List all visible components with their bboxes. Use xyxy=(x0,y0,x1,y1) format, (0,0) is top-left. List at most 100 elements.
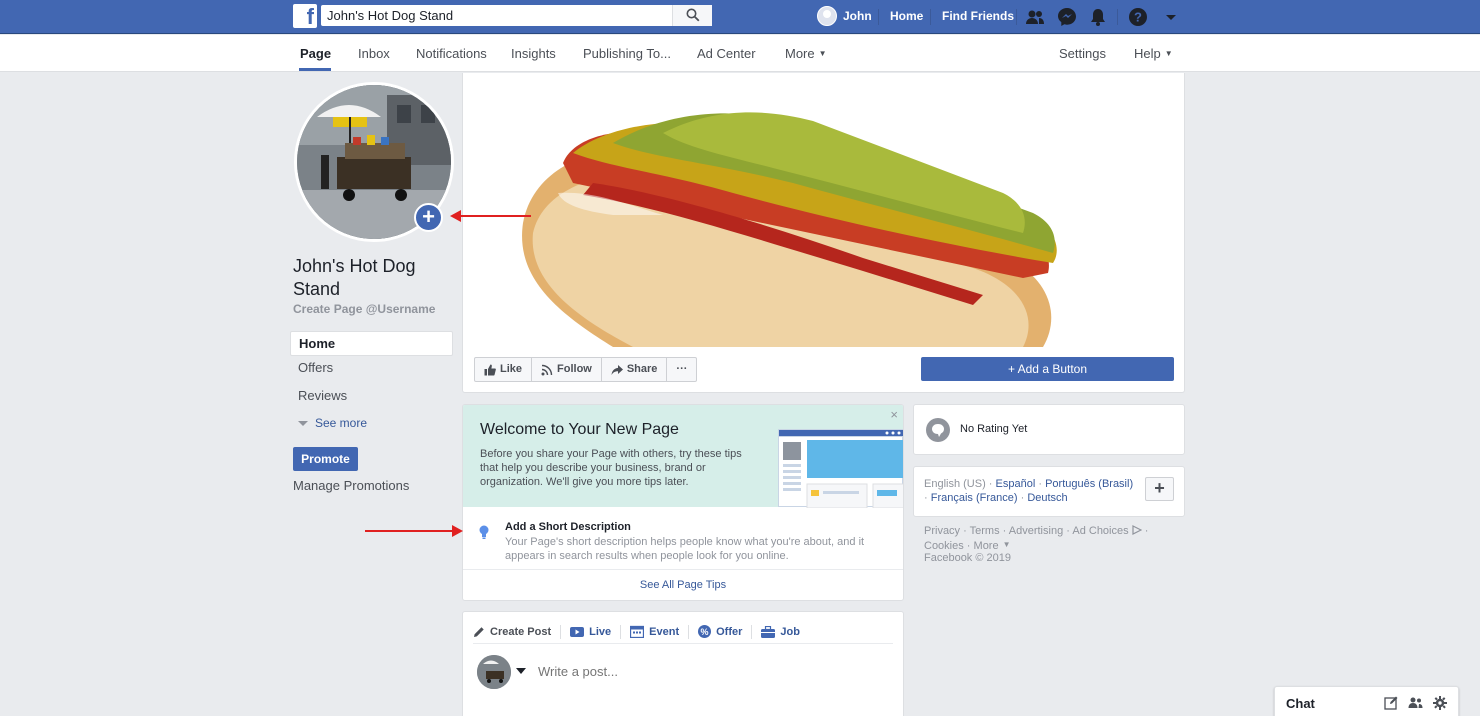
add-a-button[interactable]: + Add a Button xyxy=(921,357,1174,381)
settings-link[interactable]: Settings xyxy=(1059,46,1106,61)
gear-icon[interactable] xyxy=(1433,696,1447,710)
tab-ad-center[interactable]: Ad Center xyxy=(697,46,756,61)
lightbulb-icon xyxy=(479,525,489,539)
language-option-deutsch[interactable]: Deutsch xyxy=(1027,492,1067,504)
percent-tag-icon: % xyxy=(698,625,712,638)
no-rating-text: No Rating Yet xyxy=(960,423,1028,435)
like-button[interactable]: Like xyxy=(475,358,533,381)
new-message-icon[interactable] xyxy=(1384,696,1398,710)
promote-button[interactable]: Promote xyxy=(293,447,358,471)
language-option-espanol[interactable]: Español xyxy=(996,478,1036,490)
left-navigation: Home Offers Reviews xyxy=(290,331,453,412)
search-button[interactable] xyxy=(672,5,712,26)
sidebar-item-reviews[interactable]: Reviews xyxy=(290,384,453,412)
like-label: Like xyxy=(500,363,523,375)
annotation-arrow-profile-plus xyxy=(450,210,531,222)
svg-text:?: ? xyxy=(1134,10,1142,25)
manage-promotions-link[interactable]: Manage Promotions xyxy=(293,478,409,493)
search-box xyxy=(321,5,712,26)
top-navigation-bar: f John Home Find Friends ? xyxy=(0,0,1480,34)
svg-text:%: % xyxy=(701,627,709,637)
notifications-bell-icon[interactable] xyxy=(1087,6,1109,28)
tab-publishing-tools[interactable]: Publishing To... xyxy=(583,46,671,61)
triangle-down-icon xyxy=(298,421,308,426)
messenger-icon[interactable] xyxy=(1056,6,1078,28)
create-post-tab[interactable]: Create Post xyxy=(473,624,562,639)
sidebar-item-offers[interactable]: Offers xyxy=(290,356,453,384)
tip-title: Add a Short Description xyxy=(505,521,631,533)
tip-description: Your Page's short description helps peop… xyxy=(505,536,865,562)
welcome-text: Before you share your Page with others, … xyxy=(480,448,742,488)
language-list: English (US) · Español · Português (Bras… xyxy=(924,478,1134,504)
offer-label: Offer xyxy=(716,625,743,638)
live-label: Live xyxy=(589,625,612,638)
event-tab[interactable]: Event xyxy=(630,624,690,639)
current-language: English (US) xyxy=(924,478,986,490)
see-all-page-tips-link[interactable]: See All Page Tips xyxy=(463,579,903,591)
tab-more[interactable]: More ▼ xyxy=(785,46,827,61)
tip-add-short-description[interactable]: Add a Short Description Your Page's shor… xyxy=(463,508,903,570)
facebook-logo-icon[interactable]: f xyxy=(293,4,317,29)
home-link[interactable]: Home xyxy=(890,9,923,23)
calendar-icon xyxy=(630,625,645,638)
job-tab[interactable]: Job xyxy=(761,625,809,639)
footer-link-terms[interactable]: Terms xyxy=(970,525,1000,537)
help-menu-label: Help xyxy=(1134,46,1161,61)
share-label: Share xyxy=(626,363,658,375)
caret-down-icon[interactable] xyxy=(516,668,526,674)
close-icon[interactable]: × xyxy=(890,407,898,422)
divider xyxy=(930,9,931,25)
write-post-input[interactable] xyxy=(538,664,868,679)
job-label: Job xyxy=(780,625,800,638)
caret-down-icon: ▼ xyxy=(1164,49,1173,58)
follow-button[interactable]: Follow xyxy=(532,358,602,381)
tab-more-label: More xyxy=(785,46,815,61)
sidebar-item-home[interactable]: Home xyxy=(290,331,453,356)
chat-label: Chat xyxy=(1286,696,1315,711)
annotation-arrow-short-description xyxy=(365,525,463,537)
footer-link-privacy[interactable]: Privacy xyxy=(924,525,960,537)
divider xyxy=(1117,9,1118,25)
add-language-plus-icon[interactable]: + xyxy=(1145,477,1174,501)
live-tab[interactable]: Live xyxy=(570,624,622,639)
composer-tabs: Create Post Live Event % Offer Job xyxy=(473,620,893,644)
chat-sidebar-toggle[interactable]: Chat xyxy=(1274,686,1459,716)
friend-requests-icon[interactable] xyxy=(1024,6,1046,28)
avatar[interactable] xyxy=(477,655,511,689)
footer-link-cookies[interactable]: Cookies xyxy=(924,540,964,552)
cover-photo-hot-dog[interactable] xyxy=(463,73,1184,347)
help-icon[interactable]: ? xyxy=(1127,6,1149,28)
share-arrow-icon xyxy=(611,364,623,375)
help-menu[interactable]: Help ▼ xyxy=(1134,46,1173,61)
tab-insights[interactable]: Insights xyxy=(511,46,556,61)
language-option-francais[interactable]: Français (France) xyxy=(931,492,1018,504)
live-video-icon xyxy=(570,626,585,637)
search-input[interactable] xyxy=(321,5,671,26)
ad-choices-icon xyxy=(1132,525,1143,535)
page-action-buttons: Like Follow Share ··· xyxy=(474,357,698,382)
tab-notifications[interactable]: Notifications xyxy=(416,46,487,61)
active-tab-indicator xyxy=(299,68,331,71)
footer-link-ad-choices[interactable]: Ad Choices xyxy=(1072,525,1128,537)
tab-inbox[interactable]: Inbox xyxy=(358,46,390,61)
create-username-link[interactable]: Create Page @Username xyxy=(293,302,435,316)
tab-page[interactable]: Page xyxy=(300,46,331,61)
language-option-portugues[interactable]: Português (Brasil) xyxy=(1045,478,1133,490)
copyright-text: Facebook © 2019 xyxy=(924,552,1011,564)
rating-card: No Rating Yet xyxy=(913,404,1185,455)
cover-section: Like Follow Share ··· + Add a Button xyxy=(462,73,1185,393)
welcome-title: Welcome to Your New Page xyxy=(480,421,679,438)
share-button[interactable]: Share xyxy=(602,358,668,381)
footer-link-advertising[interactable]: Advertising xyxy=(1009,525,1063,537)
post-composer: Create Post Live Event % Offer Job xyxy=(462,611,904,716)
offer-tab[interactable]: % Offer xyxy=(698,624,753,639)
see-more-link[interactable]: See more xyxy=(298,416,367,430)
footer-link-more[interactable]: More xyxy=(974,540,999,552)
find-friends-link[interactable]: Find Friends xyxy=(942,9,1014,23)
more-options-button[interactable]: ··· xyxy=(667,358,696,381)
create-group-icon[interactable] xyxy=(1408,696,1423,710)
add-profile-photo-plus-icon[interactable]: + xyxy=(414,203,443,232)
profile-link[interactable]: John xyxy=(817,5,872,27)
user-name: John xyxy=(843,9,872,23)
account-menu-chevron-down-icon[interactable] xyxy=(1160,6,1182,28)
